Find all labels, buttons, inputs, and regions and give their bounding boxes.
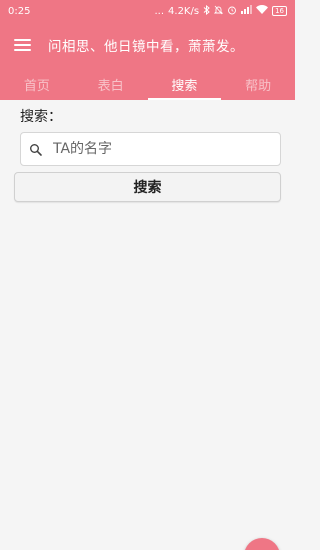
status-indicators: ... 4.2K/s 16 <box>154 4 287 18</box>
status-time: 0:25 <box>8 5 31 17</box>
tab-home[interactable]: 首页 <box>0 68 74 100</box>
tab-confess[interactable]: 表白 <box>74 68 148 100</box>
toolbar-title: 问相思、他日镜中看，萧萧发。 <box>48 39 244 55</box>
status-bar: 0:25 ... 4.2K/s 16 <box>0 0 295 22</box>
search-input[interactable] <box>53 141 272 157</box>
hamburger-menu-icon[interactable] <box>14 38 32 52</box>
bluetooth-icon <box>203 4 210 18</box>
search-field[interactable] <box>20 132 281 166</box>
mute-icon <box>213 5 224 18</box>
toolbar: 问相思、他日镜中看，萧萧发。 <box>0 22 295 68</box>
app-header: 0:25 ... 4.2K/s 16 问相思、他日镜中看，萧萧发。 首页 表白 … <box>0 0 295 100</box>
battery-indicator: 16 <box>272 6 287 16</box>
wifi-icon <box>256 5 269 17</box>
alarm-icon <box>227 5 237 18</box>
search-panel: 搜索： 搜索 <box>0 100 295 202</box>
floating-action-button[interactable] <box>244 538 280 550</box>
search-icon <box>29 142 43 156</box>
search-button[interactable]: 搜索 <box>14 172 281 202</box>
signal-icon <box>241 5 253 17</box>
network-speed: 4.2K/s <box>168 5 200 17</box>
tab-bar: 首页 表白 搜索 帮助 <box>0 68 295 100</box>
status-dots: ... <box>154 5 165 17</box>
tab-help[interactable]: 帮助 <box>221 68 295 100</box>
tab-search[interactable]: 搜索 <box>147 68 222 100</box>
search-label: 搜索： <box>20 109 62 125</box>
